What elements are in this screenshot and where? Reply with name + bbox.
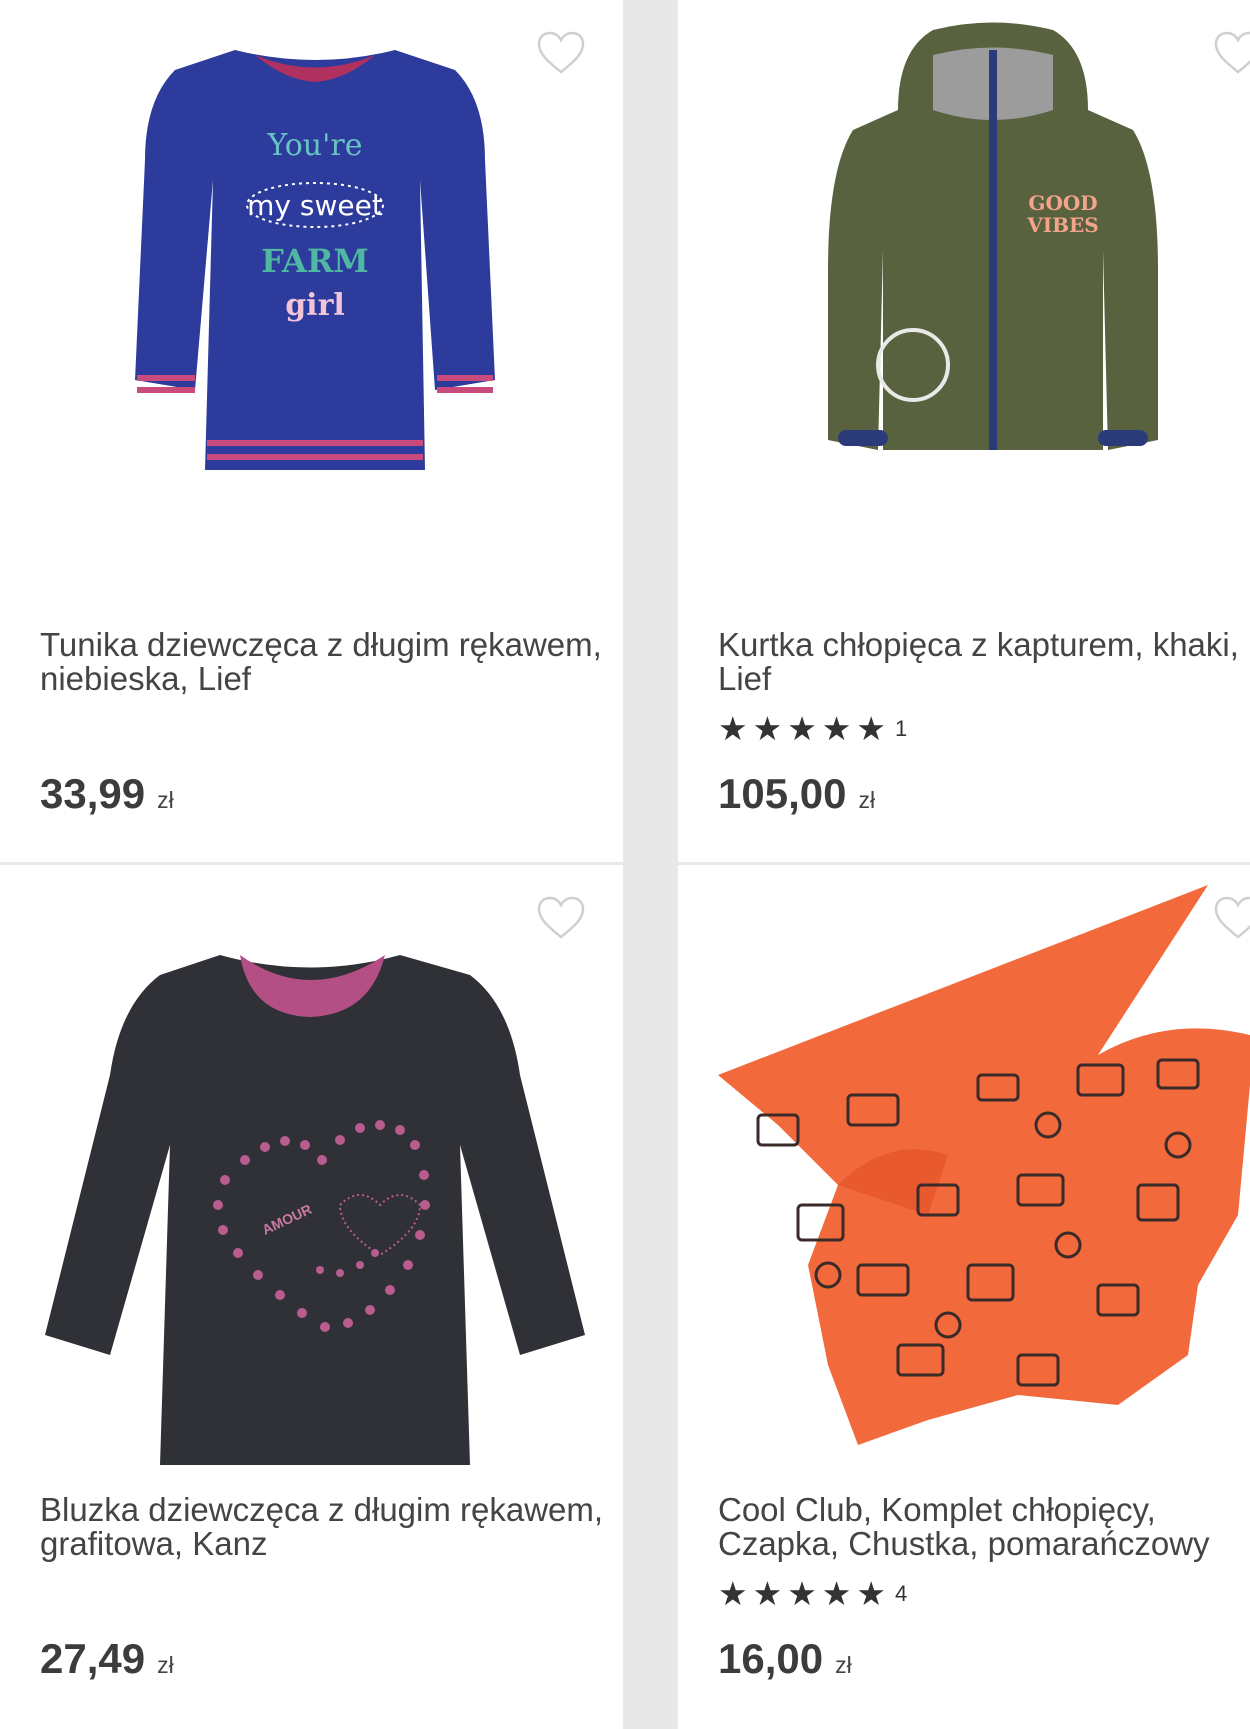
product-price: 27,49 zł (40, 1635, 174, 1683)
orange-hat-scarf-set-image[interactable] (718, 885, 1250, 1445)
heart-outline-icon[interactable] (1213, 30, 1250, 76)
rating-count: 1 (894, 715, 908, 741)
price-value: 105,00 (718, 770, 847, 817)
tunic-text-line4: girl (285, 288, 345, 323)
price-value: 16,00 (718, 1635, 824, 1682)
star-icon: ★ (856, 710, 886, 747)
currency-label: zł (157, 1652, 174, 1678)
star-icon: ★ (821, 710, 852, 747)
product-card[interactable]: You're my sweet FARM girl Tunika dziewcz… (0, 0, 623, 862)
product-card[interactable]: AMOUR Bluzka dziewczęca z długim rękawem… (0, 865, 623, 1729)
currency-label: zł (835, 1652, 852, 1678)
tunic-text-line2: my sweet (247, 189, 383, 222)
graphite-blouse-image[interactable]: AMOUR (40, 935, 590, 1495)
product-title[interactable]: Cool Club, Komplet chłopięcy, Czapka, Ch… (718, 1493, 1250, 1561)
tunic-text-line1: You're (267, 128, 363, 163)
price-value: 27,49 (40, 1635, 146, 1682)
blue-tunic-image[interactable]: You're my sweet FARM girl (125, 40, 505, 490)
rating-count: 4 (894, 1580, 908, 1606)
heart-outline-icon[interactable] (536, 30, 586, 76)
currency-label: zł (157, 787, 174, 813)
star-icon: ★ (856, 1575, 886, 1612)
product-price: 105,00 zł (718, 770, 875, 818)
star-icon: ★ (752, 1575, 783, 1612)
star-icon: ★ (787, 710, 817, 747)
jacket-text-line1: GOOD (1028, 191, 1097, 215)
product-card[interactable]: GOOD VIBES Kurtka chłopięca z kapturem, … (678, 0, 1250, 862)
rating-stars: ★ ★ ★ ★ ★ 1 (718, 712, 907, 745)
star-icon: ★ (718, 1575, 748, 1612)
product-price: 33,99 zł (40, 770, 174, 818)
product-title[interactable]: Tunika dziewczęca z długim rękawem, nieb… (40, 628, 623, 696)
tunic-text-line3: FARM (261, 242, 369, 280)
khaki-jacket-image[interactable]: GOOD VIBES (813, 20, 1173, 470)
product-title[interactable]: Bluzka dziewczęca z długim rękawem, graf… (40, 1493, 623, 1561)
currency-label: zł (858, 787, 876, 813)
star-icon: ★ (752, 710, 783, 747)
jacket-text-line2: VIBES (1026, 213, 1098, 237)
star-icon: ★ (821, 1575, 852, 1612)
star-icon: ★ (787, 1575, 817, 1612)
product-title[interactable]: Kurtka chłopięca z kapturem, khaki, Lief (718, 628, 1250, 696)
price-value: 33,99 (40, 770, 146, 817)
product-card[interactable]: Cool Club, Komplet chłopięcy, Czapka, Ch… (678, 865, 1250, 1729)
rating-stars: ★ ★ ★ ★ ★ 4 (718, 1577, 907, 1610)
product-price: 16,00 zł (718, 1635, 852, 1683)
star-icon: ★ (718, 710, 748, 747)
